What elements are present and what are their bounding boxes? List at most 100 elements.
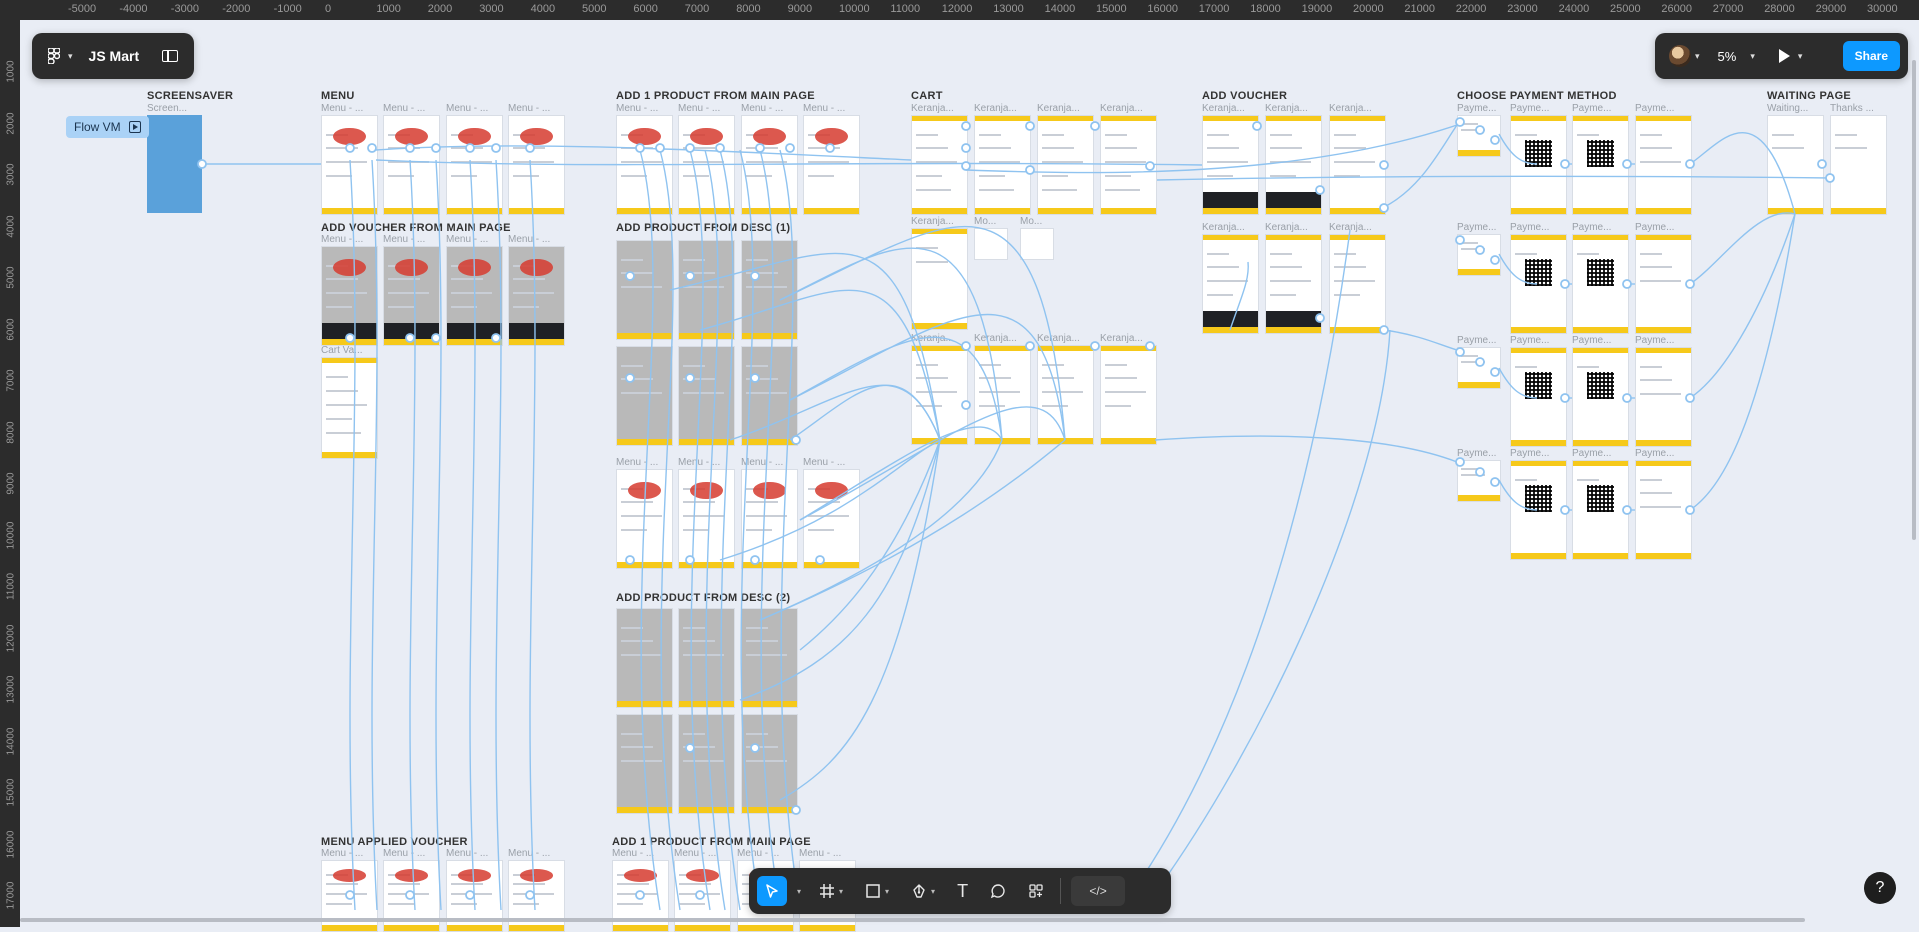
frame-name-label[interactable]: Keranja... [1265, 222, 1308, 233]
voucher-frame[interactable] [1265, 115, 1322, 215]
frame-name-label[interactable]: Keranja... [1100, 333, 1143, 344]
frame-name-label[interactable]: Screen... [147, 103, 187, 114]
frame-name-label[interactable]: Menu - ... [446, 234, 488, 245]
frame-name-label[interactable]: Menu - ... [321, 848, 363, 859]
menu-frame[interactable] [321, 115, 378, 215]
frame-name-label[interactable]: Waiting... [1767, 103, 1808, 114]
frame-name-label[interactable]: Keranja... [911, 103, 954, 114]
frame-name-label[interactable]: Keranja... [974, 103, 1017, 114]
dev-mode-toggle[interactable]: </> [1071, 876, 1126, 906]
frame-name-label[interactable]: Menu - ... [508, 848, 550, 859]
cart-modal-frame[interactable] [1020, 228, 1054, 260]
frame-name-label[interactable]: Keranja... [1100, 103, 1143, 114]
frame-name-label[interactable]: Menu - ... [383, 234, 425, 245]
frame-name-label[interactable]: Payme... [1572, 335, 1611, 346]
share-button[interactable]: Share [1842, 41, 1900, 71]
shape-tool-button[interactable]: ▾ [865, 876, 889, 906]
frame-name-label[interactable]: Cart Va... [321, 345, 363, 356]
frame-name-label[interactable]: Menu - ... [446, 103, 488, 114]
actions-tool-button[interactable] [1028, 876, 1044, 906]
payment-method-frame[interactable] [1457, 234, 1501, 276]
menu-frame[interactable] [803, 115, 860, 215]
product-desc-frame[interactable] [678, 608, 735, 708]
voucher-frame[interactable] [1202, 234, 1259, 334]
frame-name-label[interactable]: Menu - ... [616, 457, 658, 468]
menu-frame[interactable] [678, 469, 735, 569]
frame-name-label[interactable]: Keranja... [1202, 103, 1245, 114]
frame-name-label[interactable]: Keranja... [911, 333, 954, 344]
move-tool-options[interactable]: ▾ [793, 876, 801, 906]
frame-name-label[interactable]: Payme... [1457, 335, 1496, 346]
frame-name-label[interactable]: Payme... [1457, 448, 1496, 459]
product-desc-frame[interactable] [678, 240, 735, 340]
product-desc-frame[interactable] [678, 346, 735, 446]
product-desc-frame[interactable] [741, 608, 798, 708]
flow-starting-point[interactable]: Flow VM [66, 116, 149, 138]
frame-name-label[interactable]: Payme... [1572, 448, 1611, 459]
product-desc-frame[interactable] [741, 240, 798, 340]
frame-name-label[interactable]: Menu - ... [508, 103, 550, 114]
payment-qr-frame[interactable] [1510, 460, 1567, 560]
frame-name-label[interactable]: Menu - ... [741, 457, 783, 468]
menu-frame[interactable] [803, 469, 860, 569]
product-desc-frame[interactable] [741, 714, 798, 814]
frame-tool-button[interactable]: ▾ [819, 876, 843, 906]
play-flow-icon[interactable] [128, 121, 141, 133]
frame-name-label[interactable]: Keranja... [1037, 333, 1080, 344]
text-tool-button[interactable]: T [957, 876, 968, 906]
pen-tool-button[interactable]: ▾ [911, 876, 935, 906]
frame-name-label[interactable]: Payme... [1510, 448, 1549, 459]
frame-name-label[interactable]: Mo... [974, 216, 996, 227]
frame-name-label[interactable]: Payme... [1457, 222, 1496, 233]
payment-card-frame[interactable] [1635, 115, 1692, 215]
cart-frame[interactable] [1037, 115, 1094, 215]
chevron-down-icon[interactable]: ▾ [1695, 51, 1700, 62]
payment-qr-frame[interactable] [1572, 234, 1629, 334]
frame-name-label[interactable]: Menu - ... [737, 848, 779, 859]
menu-frame[interactable] [741, 469, 798, 569]
cart-frame[interactable] [911, 345, 968, 445]
menu-frame[interactable] [616, 469, 673, 569]
frame-name-label[interactable]: Keranja... [1265, 103, 1308, 114]
figma-menu-button[interactable]: ▾ [48, 48, 73, 64]
menu-frame[interactable] [741, 115, 798, 215]
product-desc-frame[interactable] [616, 240, 673, 340]
frame-name-label[interactable]: Payme... [1635, 448, 1674, 459]
menu-voucher-frame[interactable] [508, 246, 565, 346]
frame-name-label[interactable]: Payme... [1635, 335, 1674, 346]
payment-method-frame[interactable] [1457, 460, 1501, 502]
menu-frame[interactable] [616, 115, 673, 215]
frame-name-label[interactable]: Payme... [1635, 222, 1674, 233]
frame-name-label[interactable]: Keranja... [911, 216, 954, 227]
frame-name-label[interactable]: Payme... [1510, 335, 1549, 346]
frame-name-label[interactable]: Menu - ... [741, 103, 783, 114]
comment-tool-button[interactable] [990, 876, 1006, 906]
payment-qr-frame[interactable] [1510, 234, 1567, 334]
menu-frame[interactable] [678, 115, 735, 215]
product-desc-frame[interactable] [616, 714, 673, 814]
file-title[interactable]: JS Mart [89, 48, 140, 64]
zoom-control[interactable]: 5% ▾ [1718, 49, 1755, 64]
cart-frame[interactable] [1100, 345, 1157, 445]
frame-name-label[interactable]: Payme... [1572, 222, 1611, 233]
product-desc-frame[interactable] [678, 714, 735, 814]
frame-name-label[interactable]: Menu - ... [803, 457, 845, 468]
voucher-frame[interactable] [1265, 234, 1322, 334]
frame-name-label[interactable]: Payme... [1572, 103, 1611, 114]
payment-method-frame[interactable] [1457, 115, 1501, 157]
payment-card-frame[interactable] [1635, 347, 1692, 447]
frame-name-label[interactable]: Payme... [1635, 103, 1674, 114]
frame-name-label[interactable]: Payme... [1510, 103, 1549, 114]
cart-voucher-frame[interactable] [321, 357, 378, 459]
menu-frame[interactable] [446, 115, 503, 215]
frame-name-label[interactable]: Keranja... [1329, 103, 1372, 114]
payment-card-frame[interactable] [1635, 234, 1692, 334]
payment-qr-frame[interactable] [1510, 347, 1567, 447]
vertical-scrollbar[interactable] [1912, 60, 1916, 540]
frame-name-label[interactable]: Menu - ... [383, 103, 425, 114]
frame-name-label[interactable]: Menu - ... [383, 848, 425, 859]
waiting-frame[interactable] [1767, 115, 1824, 215]
frame-name-label[interactable]: Menu - ... [508, 234, 550, 245]
cart-modal-frame[interactable] [974, 228, 1008, 260]
cart-frame[interactable] [911, 115, 968, 215]
